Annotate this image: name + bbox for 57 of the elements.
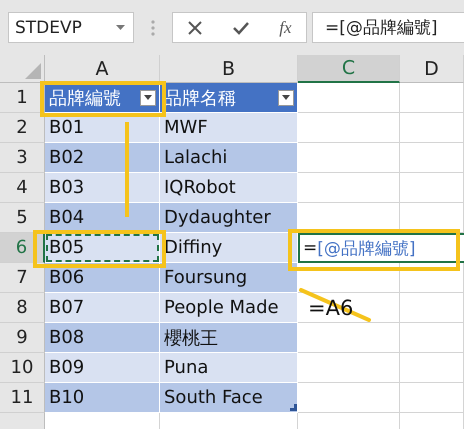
grip-icon [151, 20, 155, 36]
caret-icon [282, 95, 290, 100]
table-cell[interactable]: Foursung [160, 263, 298, 293]
editing-cell[interactable]: =[@品牌編號] [298, 233, 464, 263]
column-header[interactable]: D [400, 55, 464, 83]
table-cell[interactable]: B10 [45, 383, 160, 413]
filter-button[interactable] [140, 90, 156, 106]
row-header[interactable]: 2 [0, 113, 45, 143]
insert-function-button[interactable]: fx [279, 18, 292, 38]
row-header[interactable]: 10 [0, 353, 45, 383]
column-header[interactable]: C [298, 55, 400, 83]
caret-icon [144, 95, 152, 100]
table-cell[interactable]: B07 [45, 293, 160, 323]
empty-cell[interactable] [400, 173, 464, 203]
table-cell[interactable]: B09 [45, 353, 160, 383]
column-header[interactable]: B [160, 55, 298, 83]
table-cell[interactable]: South Face [160, 383, 298, 413]
empty-cell[interactable] [400, 113, 464, 143]
table-cell[interactable]: People Made [160, 293, 298, 323]
filter-button[interactable] [278, 90, 294, 106]
empty-cell[interactable] [400, 293, 464, 323]
row-header[interactable]: 8 [0, 293, 45, 323]
table-cell[interactable]: B03 [45, 173, 160, 203]
empty-cell[interactable] [400, 83, 464, 113]
table-cell[interactable]: B02 [45, 143, 160, 173]
name-box[interactable]: STDEVP [8, 12, 134, 43]
row-header[interactable]: 7 [0, 263, 45, 293]
column-header[interactable]: A [45, 55, 160, 83]
empty-cell[interactable] [400, 383, 464, 413]
table-cell[interactable]: Puna [160, 353, 298, 383]
select-all-icon[interactable] [25, 63, 41, 79]
table-cell[interactable]: Lalachi [160, 143, 298, 173]
row-header[interactable]: 6 [0, 233, 45, 263]
row-header[interactable]: 3 [0, 143, 45, 173]
table-cell[interactable]: IQRobot [160, 173, 298, 203]
empty-cell[interactable] [400, 353, 464, 383]
table-cell[interactable]: Diffiny [160, 233, 298, 263]
empty-cell[interactable] [400, 323, 464, 353]
header-label: 品牌編號 [49, 86, 121, 110]
table-cell[interactable]: MWF [160, 113, 298, 143]
table-header-cell[interactable]: 品牌編號 [45, 83, 160, 113]
table-cell[interactable]: B08 [45, 323, 160, 353]
resize-handle-icon[interactable] [290, 404, 297, 411]
row-header[interactable]: 1 [0, 83, 45, 113]
row-header[interactable]: 4 [0, 173, 45, 203]
table-cell[interactable]: Dydaughter [160, 203, 298, 233]
formula-field[interactable]: =[@品牌編號] [312, 12, 464, 43]
row-header[interactable]: 5 [0, 203, 45, 233]
row-header[interactable]: 11 [0, 383, 45, 413]
empty-cell[interactable] [400, 143, 464, 173]
checkmark-icon[interactable] [232, 20, 250, 36]
cancel-icon[interactable] [187, 20, 204, 36]
row-header[interactable]: 9 [0, 323, 45, 353]
table-cell[interactable]: B05 [45, 233, 160, 263]
empty-cell[interactable] [400, 263, 464, 293]
caret-icon [116, 25, 125, 30]
table-cell[interactable]: 櫻桃王 [160, 323, 298, 353]
